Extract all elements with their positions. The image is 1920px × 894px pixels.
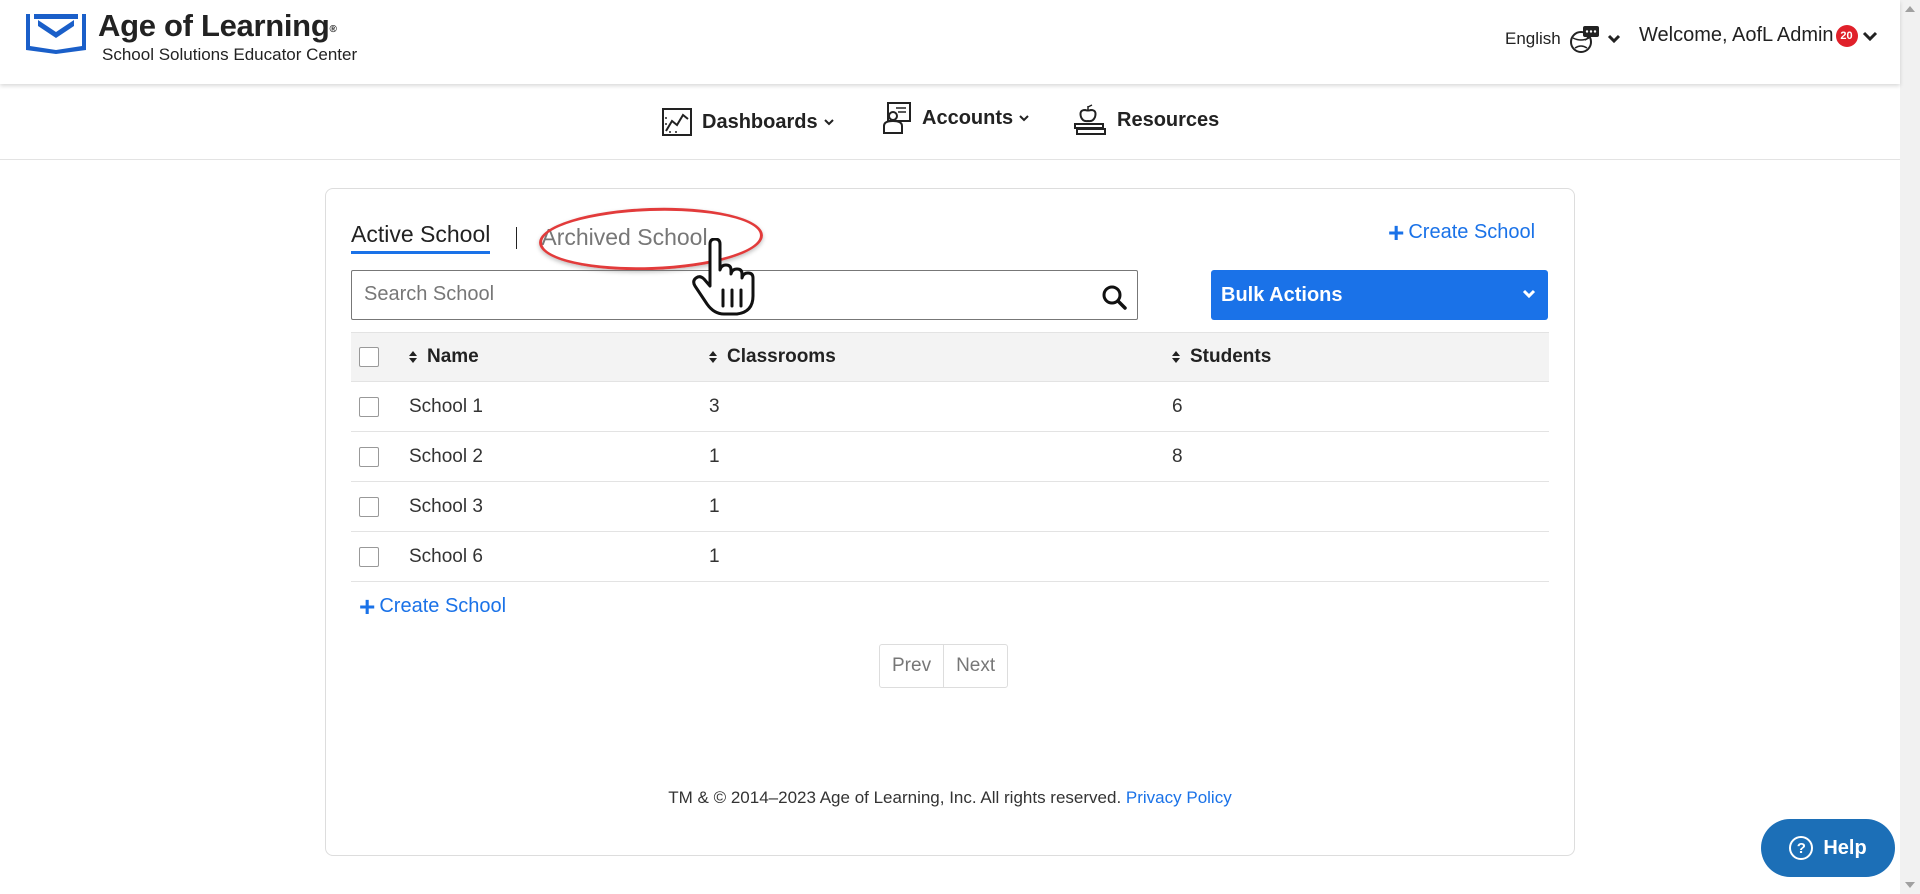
- table-row: School 2 1 8: [351, 432, 1549, 482]
- user-menu[interactable]: Welcome, AofL Admin 20: [1639, 24, 1878, 47]
- prev-button[interactable]: Prev: [880, 645, 945, 687]
- column-label: Students: [1190, 346, 1272, 367]
- plus-icon: +: [1388, 216, 1405, 248]
- bulk-actions-label: Bulk Actions: [1221, 283, 1343, 306]
- teacher-icon: [883, 102, 911, 134]
- row-checkbox[interactable]: [359, 546, 379, 567]
- tab-archived-school[interactable]: Archived School: [541, 224, 707, 251]
- sort-icon: [709, 351, 717, 363]
- nav-item-accounts[interactable]: Accounts: [882, 102, 1029, 134]
- copyright-text: TM & © 2014–2023 Age of Learning, Inc. A…: [668, 788, 1122, 807]
- tab-active-school[interactable]: Active School: [351, 221, 491, 254]
- school-name-cell[interactable]: School 2: [409, 446, 483, 468]
- school-tabs: Active School Archived School: [351, 221, 708, 254]
- students-cell: 8: [1172, 445, 1183, 467]
- create-school-link[interactable]: + Create School: [359, 590, 507, 622]
- table-row: School 3 1: [351, 482, 1549, 532]
- pagination: Prev Next: [879, 644, 1009, 688]
- column-label: Name: [427, 346, 479, 367]
- scroll-up-arrow-icon[interactable]: [1905, 6, 1915, 12]
- chevron-down-icon: [1607, 34, 1620, 44]
- sort-icon: [1172, 351, 1180, 363]
- column-label: Classrooms: [727, 346, 836, 367]
- select-all-checkbox[interactable]: [359, 347, 379, 367]
- globe-chat-icon: [1569, 26, 1599, 53]
- school-name-cell[interactable]: School 1: [409, 396, 483, 418]
- classrooms-cell: 1: [709, 545, 720, 567]
- vertical-scrollbar[interactable]: [1900, 0, 1920, 894]
- nav-label: Dashboards: [702, 110, 818, 133]
- table-row: School 6 1: [351, 532, 1549, 582]
- chevron-down-icon: [1862, 31, 1877, 41]
- chevron-down-icon: [823, 119, 834, 126]
- logo-subtitle: School Solutions Educator Center: [102, 45, 358, 64]
- footer: TM & © 2014–2023 Age of Learning, Inc. A…: [326, 788, 1574, 808]
- school-name-cell[interactable]: School 6: [409, 546, 483, 568]
- column-header-students[interactable]: Students: [1172, 346, 1271, 368]
- language-selector[interactable]: English: [1505, 24, 1621, 54]
- logo-title: Age of Learning®: [98, 8, 337, 43]
- plus-icon: +: [359, 590, 376, 622]
- scroll-down-arrow-icon[interactable]: [1905, 882, 1915, 888]
- table-row: School 1 3 6: [351, 382, 1549, 432]
- students-cell: 6: [1172, 395, 1183, 417]
- create-school-button[interactable]: + Create School: [1388, 216, 1536, 248]
- nav-item-resources[interactable]: Resources: [1073, 104, 1219, 136]
- question-icon: ?: [1789, 836, 1814, 860]
- column-header-classrooms[interactable]: Classrooms: [709, 346, 836, 368]
- chart-icon: [662, 108, 692, 136]
- nav-item-dashboards[interactable]: Dashboards: [662, 108, 834, 136]
- nav-label: Accounts: [922, 106, 1014, 129]
- row-checkbox[interactable]: [359, 496, 379, 517]
- privacy-policy-link[interactable]: Privacy Policy: [1126, 788, 1232, 807]
- search-input[interactable]: [352, 271, 1052, 317]
- sort-icon: [409, 351, 417, 363]
- top-header: Age of Learning® School Solutions Educat…: [0, 0, 1900, 84]
- search-icon[interactable]: [1101, 284, 1127, 310]
- column-header-name[interactable]: Name: [409, 346, 479, 368]
- logo[interactable]: Age of Learning® School Solutions Educat…: [24, 10, 357, 65]
- classrooms-cell: 3: [709, 395, 720, 417]
- chevron-down-icon: [1522, 289, 1536, 299]
- schools-card: Active School Archived School + Create S…: [325, 188, 1575, 856]
- nav-label: Resources: [1117, 108, 1220, 131]
- help-button[interactable]: ? Help: [1761, 819, 1895, 877]
- bulk-actions-dropdown[interactable]: Bulk Actions: [1211, 270, 1548, 320]
- book-logo-icon: [26, 14, 86, 54]
- help-label: Help: [1823, 836, 1867, 859]
- school-name-cell[interactable]: School 3: [409, 496, 483, 518]
- table-header: Name Classrooms Students: [351, 332, 1549, 382]
- search-box: [351, 270, 1138, 320]
- row-checkbox[interactable]: [359, 396, 379, 417]
- books-apple-icon: [1074, 104, 1106, 135]
- create-school-label: Create School: [379, 595, 507, 617]
- main-nav: Dashboards Accounts Resources: [0, 84, 1900, 160]
- welcome-text: Welcome, AofL Admin: [1639, 24, 1834, 46]
- tab-divider: [516, 226, 518, 249]
- schools-table: Name Classrooms Students School 1 3 6 Sc…: [351, 332, 1549, 582]
- notification-badge: 20: [1835, 24, 1858, 47]
- classrooms-cell: 1: [709, 445, 720, 467]
- row-checkbox[interactable]: [359, 446, 379, 467]
- language-label: English: [1505, 29, 1561, 48]
- trademark-symbol: ®: [329, 24, 337, 35]
- classrooms-cell: 1: [709, 495, 720, 517]
- chevron-down-icon: [1019, 115, 1029, 122]
- next-button[interactable]: Next: [944, 645, 1007, 687]
- create-school-label: Create School: [1408, 221, 1536, 243]
